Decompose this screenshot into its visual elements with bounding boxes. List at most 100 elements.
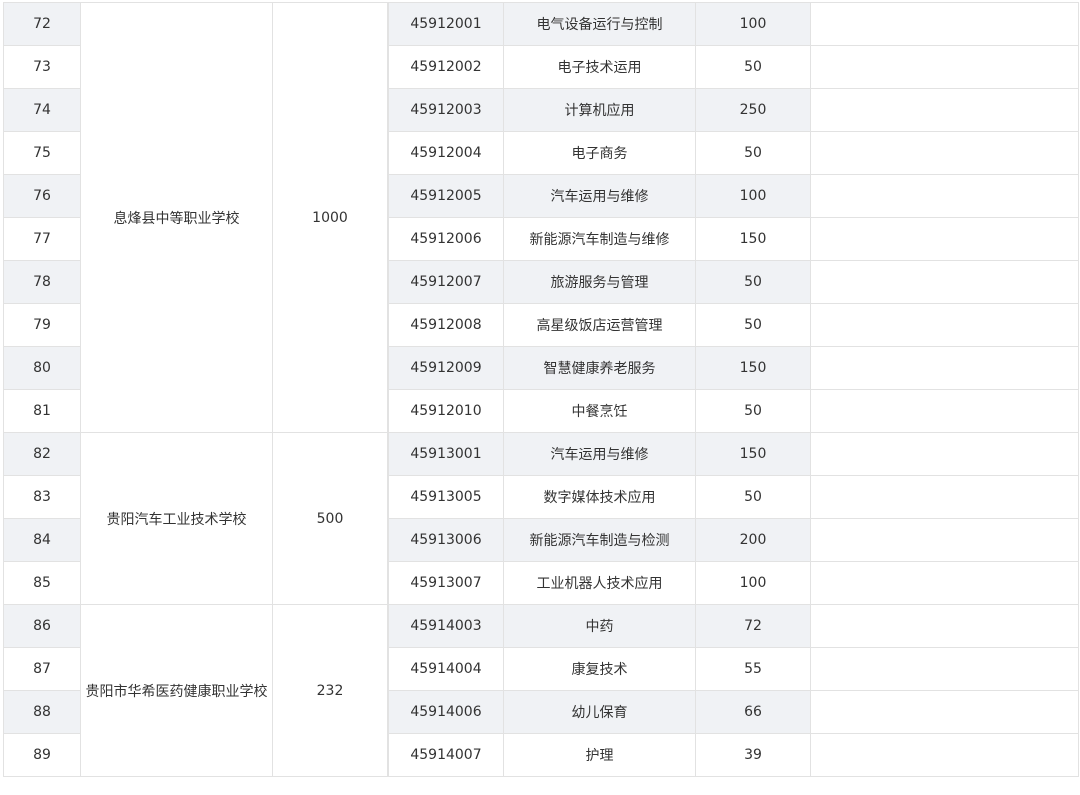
row-number-cell: 78: [3, 260, 81, 304]
major-plan-cell: 55: [695, 647, 811, 691]
major-name-cell: 新能源汽车制造与维修: [503, 217, 696, 261]
major-code-cell: 45912003: [388, 88, 504, 132]
row-number-cell: 87: [3, 647, 81, 691]
row-number-cell: 86: [3, 604, 81, 648]
notes-cell: [810, 561, 1079, 605]
notes-cell: [810, 690, 1079, 734]
major-plan-cell: 50: [695, 303, 811, 347]
major-plan-cell: 50: [695, 389, 811, 433]
major-plan-cell: 250: [695, 88, 811, 132]
row-number-cell: 73: [3, 45, 81, 89]
major-code-cell: 45914003: [388, 604, 504, 648]
major-name-cell: 中餐烹饪: [503, 389, 696, 433]
major-plan-cell: 100: [695, 174, 811, 218]
major-code-cell: 45912008: [388, 303, 504, 347]
major-name-cell: 高星级饭店运营管理: [503, 303, 696, 347]
notes-cell: [810, 88, 1079, 132]
row-number-cell: 82: [3, 432, 81, 476]
major-plan-cell: 100: [695, 2, 811, 46]
major-plan-cell: 50: [695, 260, 811, 304]
row-number-cell: 74: [3, 88, 81, 132]
major-code-cell: 45913001: [388, 432, 504, 476]
major-code-cell: 45912001: [388, 2, 504, 46]
row-number-cell: 89: [3, 733, 81, 777]
major-plan-cell: 100: [695, 561, 811, 605]
major-code-cell: 45912007: [388, 260, 504, 304]
notes-cell: [810, 346, 1079, 390]
major-code-cell: 45913007: [388, 561, 504, 605]
notes-cell: [810, 2, 1079, 46]
notes-cell: [810, 303, 1079, 347]
row-number-cell: 79: [3, 303, 81, 347]
row-number-cell: 72: [3, 2, 81, 46]
row-number-cell: 81: [3, 389, 81, 433]
major-code-cell: 45913005: [388, 475, 504, 519]
major-name-cell: 中药: [503, 604, 696, 648]
school-total-cell: 1000: [272, 2, 388, 433]
major-name-cell: 汽车运用与维修: [503, 174, 696, 218]
enrollment-plan-table: 72 息烽县中等职业学校 1000 45912001 电气设备运行与控制 100 73 459…: [3, 2, 1079, 777]
notes-cell: [810, 174, 1079, 218]
major-code-cell: 45912009: [388, 346, 504, 390]
notes-cell: [810, 475, 1079, 519]
notes-cell: [810, 733, 1079, 777]
major-code-cell: 45912010: [388, 389, 504, 433]
major-name-cell: 工业机器人技术应用: [503, 561, 696, 605]
school-total-cell: 500: [272, 432, 388, 605]
major-name-cell: 电子技术运用: [503, 45, 696, 89]
notes-cell: [810, 518, 1079, 562]
row-number-cell: 88: [3, 690, 81, 734]
row-number-cell: 76: [3, 174, 81, 218]
major-plan-cell: 150: [695, 432, 811, 476]
major-name-cell: 电子商务: [503, 131, 696, 175]
major-name-cell: 智慧健康养老服务: [503, 346, 696, 390]
row-number-cell: 83: [3, 475, 81, 519]
major-plan-cell: 50: [695, 45, 811, 89]
notes-cell: [810, 217, 1079, 261]
notes-cell: [810, 45, 1079, 89]
school-name-cell: 息烽县中等职业学校: [80, 2, 273, 433]
row-number-cell: 75: [3, 131, 81, 175]
major-plan-cell: 66: [695, 690, 811, 734]
notes-cell: [810, 604, 1079, 648]
major-code-cell: 45912005: [388, 174, 504, 218]
major-code-cell: 45914007: [388, 733, 504, 777]
notes-cell: [810, 647, 1079, 691]
major-code-cell: 45914006: [388, 690, 504, 734]
major-plan-cell: 50: [695, 131, 811, 175]
major-code-cell: 45914004: [388, 647, 504, 691]
school-name-cell: 贵阳汽车工业技术学校: [80, 432, 273, 605]
major-code-cell: 45912004: [388, 131, 504, 175]
major-name-cell: 康复技术: [503, 647, 696, 691]
row-number-cell: 85: [3, 561, 81, 605]
major-name-cell: 数字媒体技术应用: [503, 475, 696, 519]
major-name-cell: 护理: [503, 733, 696, 777]
major-name-cell: 幼儿保育: [503, 690, 696, 734]
major-code-cell: 45913006: [388, 518, 504, 562]
notes-cell: [810, 432, 1079, 476]
major-name-cell: 电气设备运行与控制: [503, 2, 696, 46]
major-name-cell: 汽车运用与维修: [503, 432, 696, 476]
major-code-cell: 45912006: [388, 217, 504, 261]
table-row: 72 息烽县中等职业学校 1000 45912001 电气设备运行与控制 100: [3, 2, 1079, 433]
major-plan-cell: 150: [695, 346, 811, 390]
major-name-cell: 计算机应用: [503, 88, 696, 132]
notes-cell: [810, 131, 1079, 175]
major-plan-cell: 39: [695, 733, 811, 777]
major-plan-cell: 200: [695, 518, 811, 562]
major-plan-cell: 50: [695, 475, 811, 519]
major-plan-cell: 72: [695, 604, 811, 648]
row-number-cell: 80: [3, 346, 81, 390]
table-row: 82 贵阳汽车工业技术学校 500 45913001 汽车运用与维修 150: [3, 432, 1079, 605]
table-row: 86 贵阳市华希医药健康职业学校 232 45914003 中药 72: [3, 604, 1079, 777]
major-plan-cell: 150: [695, 217, 811, 261]
school-total-cell: 232: [272, 604, 388, 777]
row-number-cell: 77: [3, 217, 81, 261]
notes-cell: [810, 260, 1079, 304]
row-number-cell: 84: [3, 518, 81, 562]
major-code-cell: 45912002: [388, 45, 504, 89]
notes-cell: [810, 389, 1079, 433]
table-body: 72 息烽县中等职业学校 1000 45912001 电气设备运行与控制 100 73 459…: [3, 2, 1079, 777]
school-name-cell: 贵阳市华希医药健康职业学校: [80, 604, 273, 777]
major-name-cell: 新能源汽车制造与检测: [503, 518, 696, 562]
